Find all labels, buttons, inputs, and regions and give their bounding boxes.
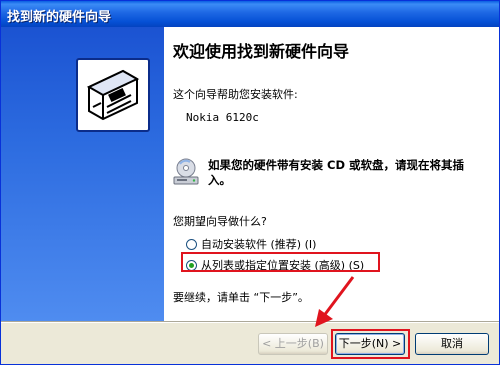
- footer-separator: [1, 321, 499, 323]
- wizard-side-panel: [1, 27, 164, 321]
- cd-drive-icon: [173, 158, 199, 185]
- cd-prompt-text: 如果您的硬件带有安装 CD 或软盘，请现在将其插入。: [208, 158, 464, 187]
- hardware-card-icon: [76, 58, 150, 132]
- annotation-highlight-next: [331, 329, 410, 359]
- continue-instruction: 要继续，请单击 “下一步”。: [173, 291, 309, 304]
- question-text: 您期望向导做什么?: [173, 215, 267, 228]
- cancel-button[interactable]: 取消: [415, 333, 489, 355]
- intro-text: 这个向导帮助您安装软件:: [173, 88, 298, 101]
- window-title: 找到新的硬件向导: [1, 1, 499, 27]
- red-arrow-icon: [315, 276, 355, 327]
- radio-auto-install[interactable]: 自动安装软件 (推荐) (I): [186, 236, 316, 252]
- device-name: Nokia 6120c: [186, 111, 259, 124]
- radio-button-unchecked[interactable]: [186, 238, 197, 250]
- annotation-highlight-option: [181, 252, 380, 272]
- back-button[interactable]: < 上一步(B): [258, 333, 328, 355]
- wizard-window: 找到新的硬件向导 欢迎使用找到新硬件向导 这个向导帮助您安装软件: Nokia …: [0, 0, 500, 365]
- radio-auto-install-label: 自动安装软件 (推荐) (I): [201, 238, 317, 251]
- page-title: 欢迎使用找到新硬件向导: [173, 42, 350, 61]
